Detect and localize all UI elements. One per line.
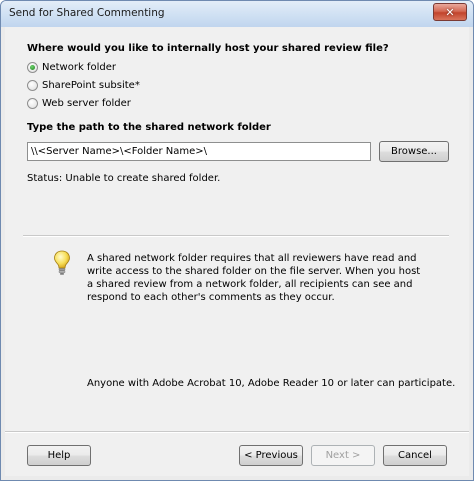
- radio-network-folder[interactable]: Network folder: [27, 60, 116, 74]
- radio-label: SharePoint subsite*: [42, 79, 140, 91]
- cancel-button[interactable]: Cancel: [383, 445, 447, 466]
- radio-web-server-folder[interactable]: Web server folder: [27, 96, 131, 110]
- folder-path-input[interactable]: [27, 142, 371, 161]
- title-bar[interactable]: Send for Shared Commenting ✕: [1, 1, 473, 27]
- window-title: Send for Shared Commenting: [9, 7, 165, 19]
- divider: [23, 235, 449, 237]
- bottom-divider: [5, 431, 469, 433]
- participation-note: Anyone with Adobe Acrobat 10, Adobe Read…: [87, 378, 456, 389]
- dialog-content: Where would you like to internally host …: [5, 27, 469, 476]
- previous-button[interactable]: < Previous: [239, 445, 303, 466]
- radio-button[interactable]: [27, 97, 38, 109]
- radio-label: Network folder: [42, 61, 116, 73]
- path-label: Type the path to the shared network fold…: [27, 122, 271, 133]
- radio-sharepoint-subsite[interactable]: SharePoint subsite*: [27, 78, 140, 92]
- lightbulb-icon: [54, 250, 70, 275]
- help-button[interactable]: Help: [27, 445, 91, 466]
- browse-button[interactable]: Browse...: [379, 141, 449, 162]
- radio-button-selected[interactable]: [27, 61, 38, 73]
- next-button[interactable]: Next >: [311, 445, 375, 466]
- close-button[interactable]: ✕: [433, 3, 467, 21]
- hosting-question: Where would you like to internally host …: [27, 43, 389, 54]
- close-icon: ✕: [445, 5, 455, 19]
- status-text: Status: Unable to create shared folder.: [27, 173, 221, 184]
- radio-button[interactable]: [27, 79, 38, 91]
- dialog-window: Send for Shared Commenting ✕ Where would…: [0, 0, 474, 481]
- radio-label: Web server folder: [42, 97, 131, 109]
- info-message: A shared network folder requires that al…: [87, 253, 421, 303]
